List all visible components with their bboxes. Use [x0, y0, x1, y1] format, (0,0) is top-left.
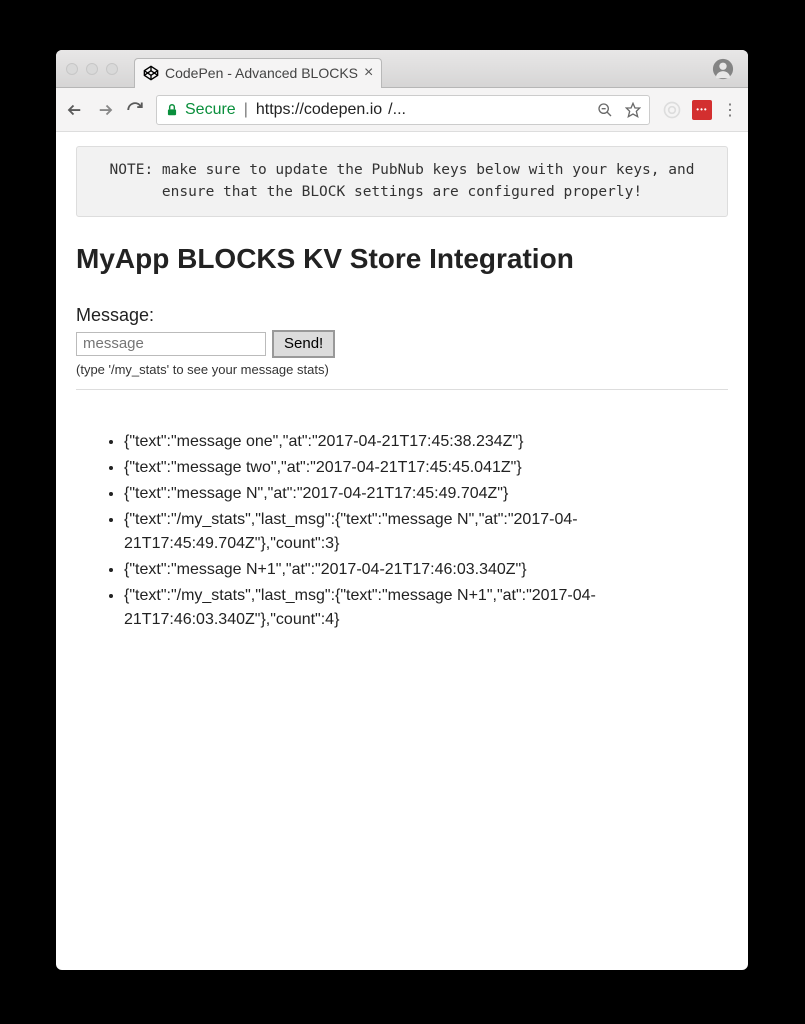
- lock-icon: [165, 103, 179, 117]
- reload-button[interactable]: [126, 101, 144, 119]
- list-item: {"text":"message one","at":"2017-04-21T1…: [124, 430, 728, 454]
- hint-text: (type '/my_stats' to see your message st…: [76, 362, 728, 377]
- page-heading: MyApp BLOCKS KV Store Integration: [76, 243, 728, 275]
- url-separator: |: [244, 101, 248, 119]
- url-input[interactable]: Secure | https://codepen.io /...: [156, 95, 650, 125]
- back-button[interactable]: [66, 101, 84, 119]
- titlebar: CodePen - Advanced BLOCKS ×: [56, 50, 748, 88]
- forward-button[interactable]: [96, 101, 114, 119]
- list-item: {"text":"message N","at":"2017-04-21T17:…: [124, 482, 728, 506]
- url-path: /...: [388, 101, 406, 119]
- message-label: Message:: [76, 305, 728, 326]
- bookmark-star-icon[interactable]: [625, 102, 641, 118]
- page-content: NOTE: make sure to update the PubNub key…: [56, 132, 748, 970]
- note-box: NOTE: make sure to update the PubNub key…: [76, 146, 728, 217]
- secure-label: Secure: [185, 101, 236, 119]
- message-list: {"text":"message one","at":"2017-04-21T1…: [76, 430, 728, 632]
- address-bar: Secure | https://codepen.io /... ••• ⋮: [56, 88, 748, 132]
- browser-window: CodePen - Advanced BLOCKS × Secure | htt…: [56, 50, 748, 970]
- list-item: {"text":"message N+1","at":"2017-04-21T1…: [124, 558, 728, 582]
- minimize-window-icon[interactable]: [86, 63, 98, 75]
- message-input[interactable]: [76, 332, 266, 356]
- divider: [76, 389, 728, 390]
- tab-title: CodePen - Advanced BLOCKS: [165, 65, 358, 81]
- lastpass-extension-icon[interactable]: •••: [692, 100, 712, 120]
- traffic-lights: [66, 63, 118, 75]
- list-item: {"text":"/my_stats","last_msg":{"text":"…: [124, 508, 728, 556]
- close-window-icon[interactable]: [66, 63, 78, 75]
- url-host: https://codepen.io: [256, 101, 382, 119]
- extension-circle-icon[interactable]: [662, 100, 682, 120]
- extension-icons: ••• ⋮: [662, 100, 738, 120]
- list-item: {"text":"message two","at":"2017-04-21T1…: [124, 456, 728, 480]
- maximize-window-icon[interactable]: [106, 63, 118, 75]
- browser-tab[interactable]: CodePen - Advanced BLOCKS ×: [134, 58, 382, 88]
- zoom-icon[interactable]: [597, 102, 613, 118]
- user-avatar-icon[interactable]: [712, 58, 734, 80]
- input-row: Send!: [76, 330, 728, 358]
- tab-close-icon[interactable]: ×: [364, 65, 373, 81]
- codepen-icon: [143, 65, 159, 81]
- list-item: {"text":"/my_stats","last_msg":{"text":"…: [124, 584, 728, 632]
- send-button[interactable]: Send!: [272, 330, 335, 358]
- browser-menu-icon[interactable]: ⋮: [722, 100, 738, 120]
